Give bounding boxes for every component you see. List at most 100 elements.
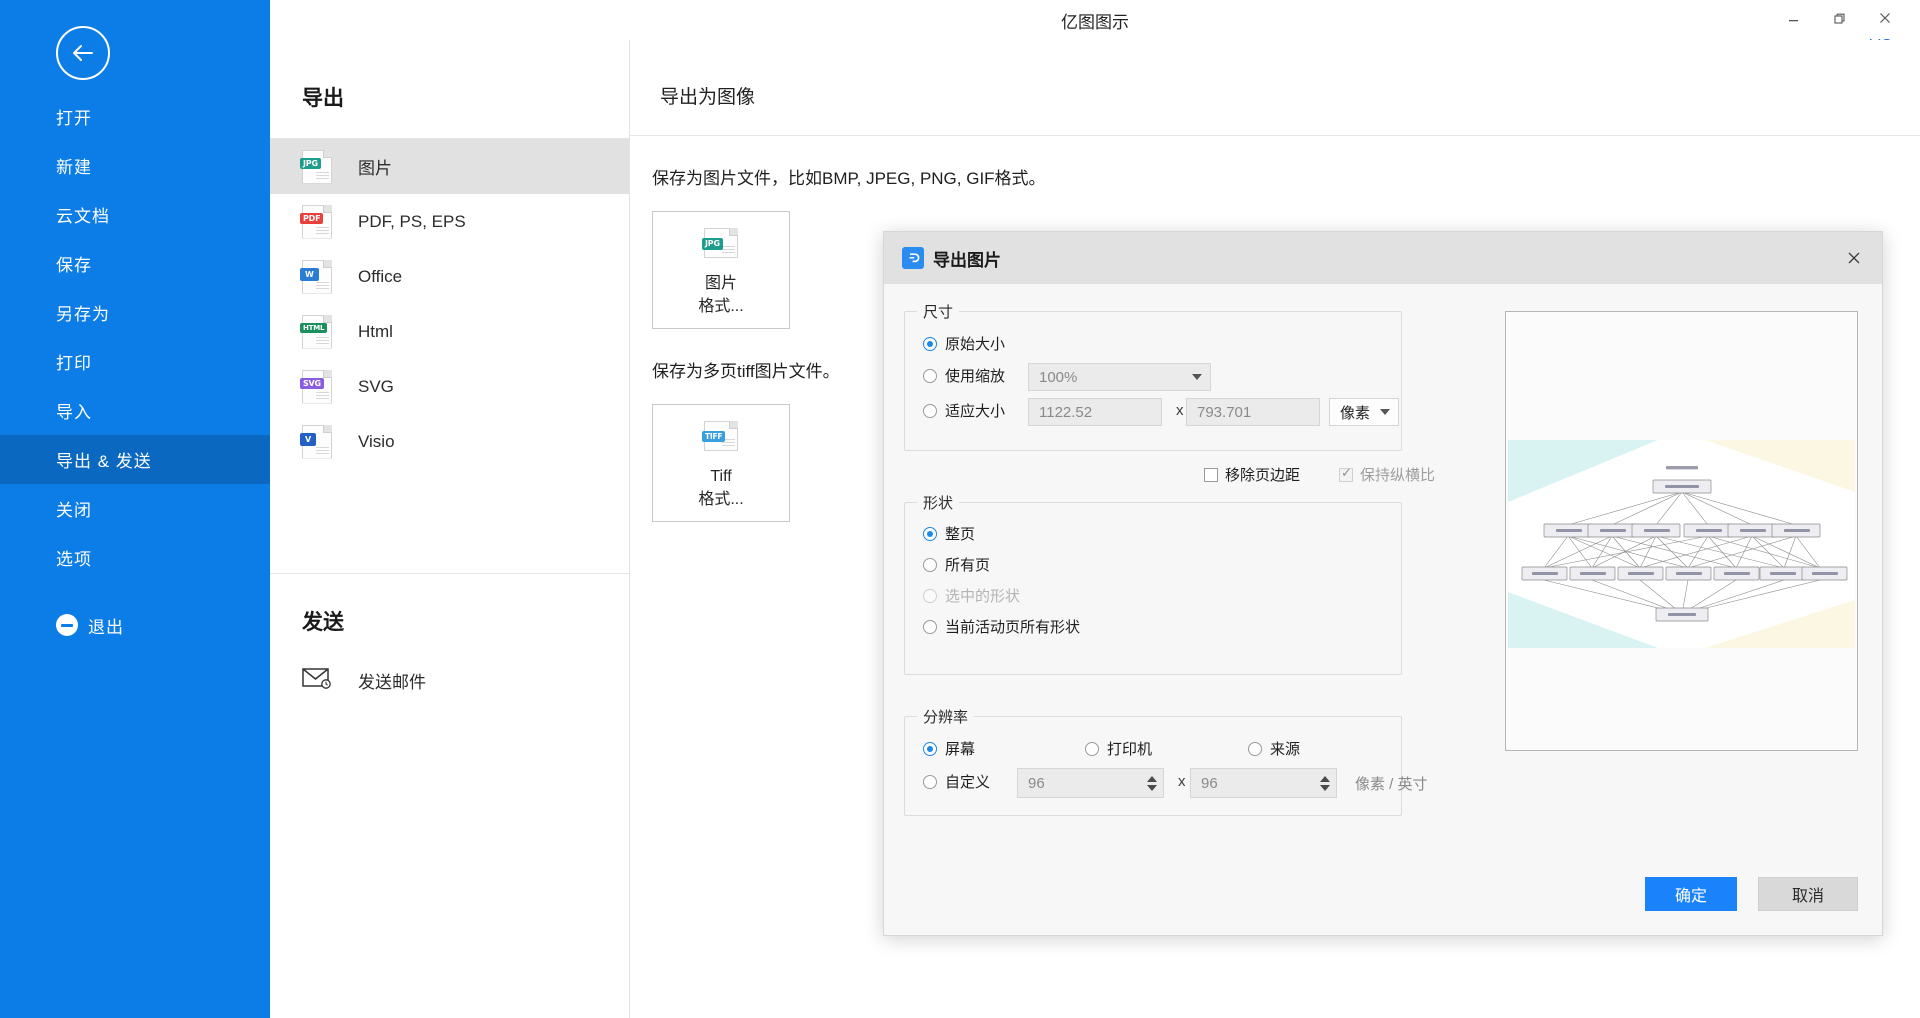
option-label: 来源 — [1270, 741, 1301, 758]
option-use-scale[interactable]: 使用缩放 — [923, 365, 1005, 386]
scale-percent-dropdown[interactable]: 100% — [1028, 363, 1211, 391]
close-icon[interactable] — [1862, 2, 1908, 34]
sidebar-item-close[interactable]: 关闭 — [0, 484, 270, 533]
radio-printer[interactable] — [1085, 741, 1099, 756]
radio-screen[interactable] — [923, 741, 937, 756]
tile-label-line1: 图片 — [704, 275, 737, 292]
option-label: 使用缩放 — [945, 368, 1006, 385]
file-icon-tag: JPG — [300, 157, 321, 170]
file-icon-tag: W — [300, 267, 319, 282]
sidebar-item-options[interactable]: 选项 — [0, 533, 270, 582]
shape-section-legend: 形状 — [917, 492, 960, 513]
ok-button[interactable]: 确定 — [1645, 877, 1737, 911]
radio-original-size[interactable] — [923, 336, 937, 351]
tile-label-line1: Tiff — [710, 468, 732, 485]
scale-percent-value: 100% — [1039, 368, 1078, 386]
cancel-button-label: 取消 — [1791, 888, 1824, 905]
format-item-label: PDF, PS, EPS — [358, 211, 466, 231]
minimize-icon[interactable] — [1770, 2, 1816, 34]
visio-file-icon: V — [300, 424, 332, 459]
option-whole-page[interactable]: 整页 — [923, 523, 975, 544]
radio-selected-shapes — [923, 588, 937, 603]
file-icon-tag: TIFF — [702, 431, 726, 442]
sidebar-item-label: 新建 — [56, 158, 92, 177]
sidebar-item-export-send[interactable]: 导出 & 发送 — [0, 435, 270, 484]
dimension-separator: x — [1176, 402, 1184, 419]
back-arrow-icon[interactable] — [56, 26, 110, 80]
sidebar-item-label: 关闭 — [56, 501, 92, 520]
sidebar-item-cloud-docs[interactable]: 云文档 — [0, 190, 270, 239]
option-label: 整页 — [945, 526, 976, 543]
checkbox-label: 移除页边距 — [1225, 467, 1301, 484]
sidebar-item-print[interactable]: 打印 — [0, 337, 270, 386]
exit-icon — [56, 614, 78, 636]
checkbox-remove-margin-box[interactable] — [1204, 467, 1218, 482]
dialog-title-bar: 导出图片 — [884, 232, 1882, 284]
checkbox-remove-margin[interactable]: 移除页边距 — [1204, 464, 1300, 485]
option-label: 原始大小 — [945, 336, 1006, 353]
fit-width-value: 1122.52 — [1039, 403, 1093, 421]
sidebar-item-label: 选项 — [56, 550, 92, 569]
option-label: 屏幕 — [945, 741, 976, 758]
format-item-svg[interactable]: SVG SVG — [270, 359, 629, 414]
format-item-office[interactable]: W Office — [270, 249, 629, 304]
sidebar-item-exit[interactable]: 退出 — [0, 598, 270, 652]
sidebar-item-import[interactable]: 导入 — [0, 386, 270, 435]
sidebar-item-save[interactable]: 保存 — [0, 239, 270, 288]
option-source[interactable]: 来源 — [1248, 738, 1300, 759]
sidebar-item-open[interactable]: 打开 — [0, 92, 270, 141]
radio-custom-resolution[interactable] — [923, 774, 937, 789]
option-label: 适应大小 — [945, 403, 1006, 420]
pdf-file-icon: PDF — [300, 204, 332, 239]
custom-dpi-y-stepper[interactable]: 96 — [1190, 768, 1337, 798]
option-custom-resolution[interactable]: 自定义 — [923, 771, 990, 792]
option-active-page-shapes[interactable]: 当前活动页所有形状 — [923, 616, 1080, 637]
fit-height-value: 793.701 — [1197, 403, 1252, 421]
format-item-pdf-ps-eps[interactable]: PDF PDF, PS, EPS — [270, 194, 629, 249]
ok-button-label: 确定 — [1674, 888, 1707, 905]
radio-whole-page[interactable] — [923, 526, 937, 541]
format-item-visio[interactable]: V Visio — [270, 414, 629, 469]
restore-icon[interactable] — [1816, 2, 1862, 34]
tiff-file-icon: TIFF — [702, 421, 738, 451]
tiff-format-tile[interactable]: TIFF Tiff 格式... — [652, 404, 790, 522]
word-file-icon: W — [300, 259, 332, 294]
size-unit-dropdown[interactable]: 像素 — [1329, 398, 1399, 426]
radio-fit-size[interactable] — [923, 403, 937, 418]
tile-label: Tiff 格式... — [698, 465, 743, 511]
cancel-button[interactable]: 取消 — [1758, 877, 1858, 911]
sidebar-item-label: 保存 — [56, 256, 92, 275]
format-item-image[interactable]: JPG 图片 — [270, 139, 629, 194]
custom-dpi-y-value: 96 — [1201, 774, 1218, 792]
send-item-label: 发送邮件 — [358, 672, 426, 692]
sidebar-item-new[interactable]: 新建 — [0, 141, 270, 190]
option-label: 当前活动页所有形状 — [945, 619, 1081, 636]
export-image-dialog: 导出图片 尺寸 原始大小 使用缩放 100% 适应大小 1122.52 x 79… — [883, 231, 1883, 936]
fit-height-input[interactable]: 793.701 — [1186, 398, 1320, 426]
close-icon[interactable] — [1840, 244, 1868, 272]
option-all-pages[interactable]: 所有页 — [923, 554, 990, 575]
sidebar-item-label: 云文档 — [56, 207, 110, 226]
option-printer[interactable]: 打印机 — [1085, 738, 1152, 759]
application-window: 亿图图示 VC — [0, 0, 1920, 1018]
format-item-html[interactable]: HTML Html — [270, 304, 629, 359]
backstage-sidebar: 打开 新建 云文档 保存 另存为 打印 导入 导出 & 发送 关闭 选项 退出 — [0, 0, 270, 1018]
stepper-arrows-icon[interactable] — [1147, 775, 1163, 791]
dialog-title: 导出图片 — [933, 250, 1001, 270]
send-item-email[interactable]: 发送邮件 — [270, 654, 629, 706]
image-format-tile[interactable]: JPG 图片 格式... — [652, 211, 790, 329]
option-fit-size[interactable]: 适应大小 — [923, 400, 1005, 421]
fit-width-input[interactable]: 1122.52 — [1028, 398, 1162, 426]
sidebar-item-save-as[interactable]: 另存为 — [0, 288, 270, 337]
radio-all-pages[interactable] — [923, 557, 937, 572]
option-original-size[interactable]: 原始大小 — [923, 333, 1005, 354]
stepper-arrows-icon[interactable] — [1320, 775, 1336, 791]
radio-use-scale[interactable] — [923, 368, 937, 383]
title-bar: 亿图图示 VC — [270, 0, 1920, 54]
radio-source[interactable] — [1248, 741, 1262, 756]
radio-active-page-shapes[interactable] — [923, 619, 937, 634]
dpi-separator: x — [1178, 773, 1186, 790]
preview-diagram — [1521, 466, 1848, 622]
option-screen[interactable]: 屏幕 — [923, 738, 975, 759]
custom-dpi-x-stepper[interactable]: 96 — [1017, 768, 1164, 798]
